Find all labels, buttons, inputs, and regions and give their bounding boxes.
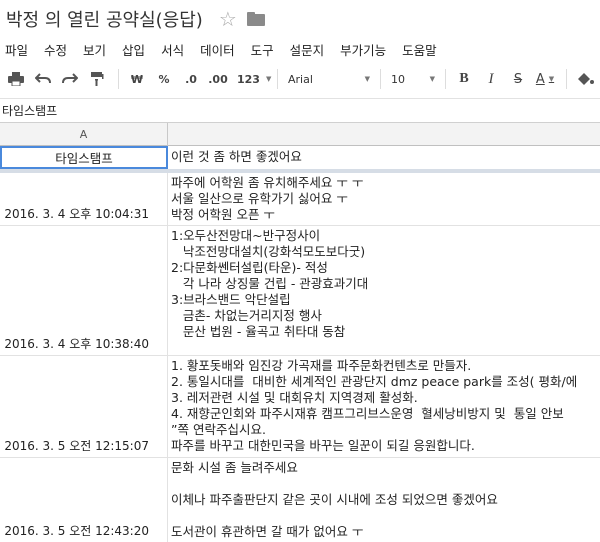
- redo-icon[interactable]: [58, 67, 82, 91]
- star-icon[interactable]: ☆: [217, 7, 239, 31]
- timestamp-text: 2016. 3. 4 오후 10:04:31: [4, 207, 149, 221]
- font-family-value: Arial: [288, 72, 313, 86]
- number-format-dropdown[interactable]: 123 ▼: [233, 68, 271, 90]
- menu-bar: 파일 수정 보기 삽입 서식 데이터 도구 설문지 부가기능 도움말: [0, 38, 600, 60]
- menu-view[interactable]: 보기: [83, 40, 106, 59]
- document-title[interactable]: 박정 의 열린 공약실(응답): [6, 6, 203, 32]
- increase-decimal-button[interactable]: .00: [206, 67, 230, 91]
- timestamp-cell[interactable]: 2016. 3. 4 오후 10:38:40: [0, 226, 168, 355]
- font-size-value: 10: [391, 72, 405, 86]
- table-row: 2016. 3. 4 오후 10:38:40 1:오두산전망대~반구정사이 낙조…: [0, 226, 600, 356]
- menu-forms[interactable]: 설문지: [290, 40, 325, 59]
- toolbar-divider: [445, 69, 446, 89]
- menu-format[interactable]: 서식: [161, 40, 184, 59]
- response-cell[interactable]: 1. 황포돗배와 임진강 가곡재를 파주문화컨텐츠로 만들자. 2. 통일시대를…: [171, 358, 600, 454]
- table-row: 2016. 3. 5 오전 12:43:20 문화 시설 좀 늘려주세요 이체나…: [0, 458, 600, 542]
- column-header-row: A: [0, 122, 600, 146]
- folder-icon[interactable]: [246, 12, 265, 26]
- response-cell[interactable]: 1:오두산전망대~반구정사이 낙조전망대설치(강화석모도보다굿) 2:다문화쎈터…: [171, 228, 600, 340]
- menu-file[interactable]: 파일: [5, 40, 28, 59]
- timestamp-text: 2016. 3. 4 오후 10:38:40: [4, 337, 149, 351]
- selected-cell[interactable]: 타임스탬프: [0, 146, 168, 169]
- chevron-down-icon: ▼: [265, 75, 272, 83]
- bold-button[interactable]: B: [452, 67, 476, 91]
- cell-b[interactable]: 이런 것 좀 하면 좋겠어요: [171, 149, 600, 165]
- number-format-label: 123: [237, 72, 260, 86]
- toolbar: ₩ % .0 .00 123 ▼ Arial ▼ 10 ▼ B I S A ▼: [0, 64, 600, 94]
- text-color-button[interactable]: A ▼: [533, 67, 557, 91]
- decrease-decimal-button[interactable]: .0: [179, 67, 203, 91]
- chevron-down-icon: ▼: [364, 75, 370, 83]
- timestamp-text: 2016. 3. 5 오전 12:43:20: [4, 524, 149, 538]
- title-bar: 박정 의 열린 공약실(응답) ☆: [0, 0, 600, 38]
- timestamp-cell[interactable]: 2016. 3. 5 오전 12:15:07: [0, 356, 168, 457]
- table-row: 2016. 3. 5 오전 12:15:07 1. 황포돗배와 임진강 가곡재를…: [0, 356, 600, 458]
- response-cell[interactable]: 문화 시설 좀 늘려주세요 이체나 파주출판단지 같은 곳이 시내에 조성 되었…: [171, 460, 600, 540]
- menu-tools[interactable]: 도구: [251, 40, 274, 59]
- menu-addons[interactable]: 부가기능: [340, 40, 386, 59]
- chevron-down-icon: ▼: [548, 75, 555, 83]
- column-header-a[interactable]: A: [0, 123, 168, 146]
- response-cell[interactable]: 파주에 어학원 좀 유치해주세요 ㅜ ㅜ 서울 일산으로 유학가기 싫어요 ㅜ …: [171, 175, 600, 223]
- toolbar-divider: [118, 69, 119, 89]
- formula-value: 타임스탬프: [2, 104, 58, 118]
- table-row: 2016. 3. 4 오후 10:04:31 파주에 어학원 좀 유치해주세요 …: [0, 173, 600, 226]
- menu-edit[interactable]: 수정: [44, 40, 67, 59]
- timestamp-cell[interactable]: 2016. 3. 4 오후 10:04:31: [0, 173, 168, 225]
- print-icon[interactable]: [4, 67, 28, 91]
- toolbar-divider: [277, 69, 278, 89]
- font-size-dropdown[interactable]: 10 ▼: [387, 68, 439, 90]
- font-family-dropdown[interactable]: Arial ▼: [284, 68, 374, 90]
- percent-format-button[interactable]: %: [152, 67, 176, 91]
- italic-button[interactable]: I: [479, 67, 503, 91]
- strikethrough-button[interactable]: S: [506, 67, 530, 91]
- undo-icon[interactable]: [31, 67, 55, 91]
- menu-data[interactable]: 데이터: [200, 40, 235, 59]
- toolbar-divider: [566, 69, 567, 89]
- formula-bar[interactable]: 타임스탬프: [0, 98, 600, 122]
- header-row: 타임스탬프 이런 것 좀 하면 좋겠어요: [0, 146, 600, 170]
- menu-help[interactable]: 도움말: [402, 40, 437, 59]
- spreadsheet-grid: A 타임스탬프 이런 것 좀 하면 좋겠어요 2016. 3. 4 오후 10:…: [0, 122, 600, 542]
- menu-insert[interactable]: 삽입: [122, 40, 145, 59]
- fill-color-icon[interactable]: [573, 67, 597, 91]
- timestamp-text: 2016. 3. 5 오전 12:15:07: [4, 439, 149, 453]
- toolbar-divider: [380, 69, 381, 89]
- currency-format-button[interactable]: ₩: [125, 67, 149, 91]
- chevron-down-icon: ▼: [429, 75, 435, 83]
- text-color-label: A: [535, 71, 545, 87]
- paint-format-icon[interactable]: [85, 67, 109, 91]
- timestamp-cell[interactable]: 2016. 3. 5 오전 12:43:20: [0, 458, 168, 542]
